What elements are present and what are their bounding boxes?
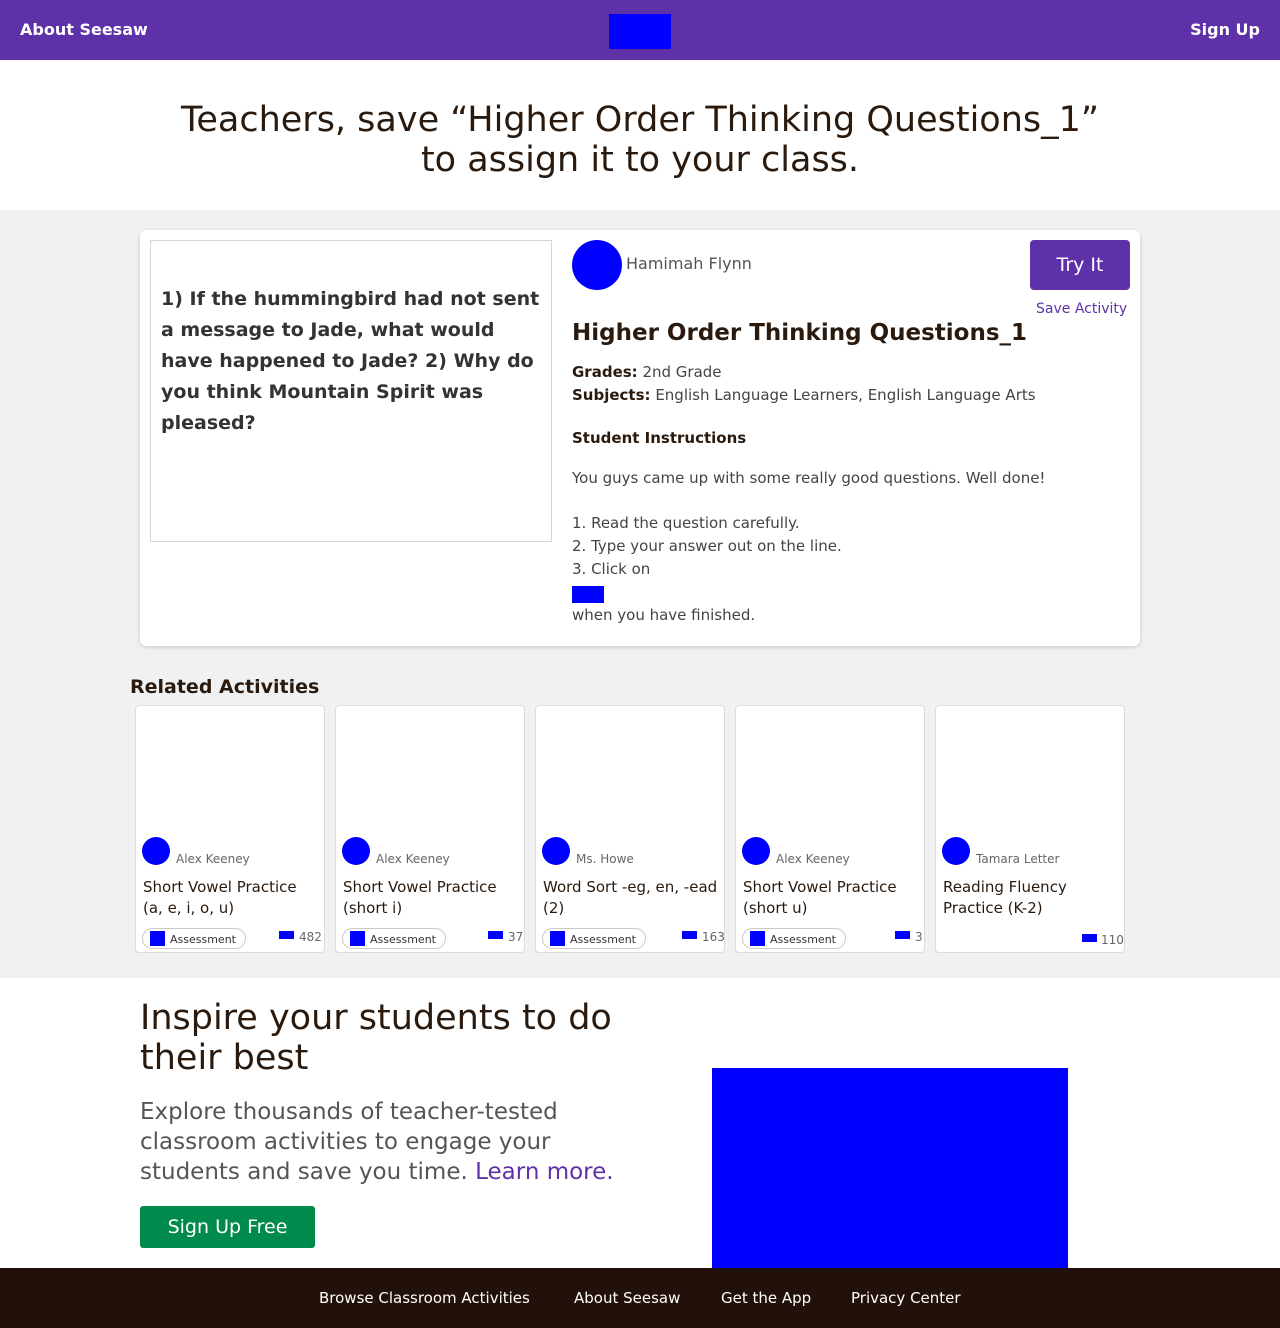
- footer-link-browse-activities[interactable]: Browse Classroom Activities: [319, 1289, 530, 1307]
- footer: Browse Classroom Activities About Seesaw…: [0, 1268, 1280, 1328]
- tag-label: Assessment: [570, 933, 636, 946]
- related-activity-card[interactable]: Alex Keeney Short Vowel Practice (a, e, …: [135, 705, 325, 953]
- footer-link-get-the-app[interactable]: Get the App: [721, 1289, 811, 1307]
- assessment-icon: [550, 931, 565, 946]
- related-author: Ms. Howe: [576, 852, 634, 866]
- assessment-badge: Assessment: [342, 928, 446, 949]
- related-title: Short Vowel Practice (short i): [343, 878, 497, 917]
- count-icon: [488, 931, 503, 939]
- instruction-line: 2. Type your answer out on the line.: [572, 537, 842, 555]
- tag-label: Assessment: [770, 933, 836, 946]
- promo-image: [712, 1068, 1068, 1268]
- author-avatar: [142, 837, 170, 865]
- tag-label: Assessment: [170, 933, 236, 946]
- footer-link-about-seesaw[interactable]: About Seesaw: [574, 1289, 680, 1307]
- author-avatar: [742, 837, 770, 865]
- related-activities-heading: Related Activities: [130, 676, 320, 698]
- use-count: 482: [299, 930, 322, 944]
- subjects-value: English Language Learners, English Langu…: [655, 386, 1036, 404]
- author-avatar: [942, 837, 970, 865]
- preview-text: 1) If the hummingbird had not sent a mes…: [161, 288, 540, 434]
- sign-up-link[interactable]: Sign Up: [1190, 20, 1260, 39]
- activity-card: 1) If the hummingbird had not sent a mes…: [140, 230, 1140, 646]
- learn-more-link[interactable]: Learn more.: [475, 1159, 613, 1185]
- related-title: Reading Fluency Practice (K-2): [943, 878, 1067, 917]
- instruction-line: 1. Read the question carefully.: [572, 514, 800, 532]
- related-author: Alex Keeney: [776, 852, 850, 866]
- assessment-badge: Assessment: [742, 928, 846, 949]
- related-author: Alex Keeney: [176, 852, 250, 866]
- related-author: Tamara Letter: [976, 852, 1060, 866]
- count-icon: [682, 931, 697, 939]
- related-title: Short Vowel Practice (short u): [743, 878, 897, 917]
- instruction-line: 3. Click on: [572, 560, 651, 578]
- tag-label: Assessment: [370, 933, 436, 946]
- related-activity-card[interactable]: Ms. Howe Word Sort -eg, en, -ead (2) Ass…: [535, 705, 725, 953]
- promo-text: Explore thousands of teacher-tested clas…: [140, 1097, 620, 1187]
- count-icon: [1082, 934, 1097, 942]
- subjects-label: Subjects:: [572, 386, 651, 404]
- author-avatar[interactable]: [572, 240, 622, 290]
- use-count: 37: [508, 930, 524, 944]
- try-it-button[interactable]: Try It: [1030, 240, 1130, 290]
- assessment-icon: [150, 931, 165, 946]
- count-icon: [895, 931, 910, 939]
- about-seesaw-link[interactable]: About Seesaw: [20, 20, 148, 39]
- save-activity-link[interactable]: Save Activity: [1036, 301, 1127, 317]
- use-count: 163: [702, 930, 725, 944]
- instruction-line: when you have finished.: [572, 606, 756, 624]
- seesaw-logo-icon[interactable]: [609, 14, 671, 49]
- related-activity-card[interactable]: Alex Keeney Short Vowel Practice (short …: [335, 705, 525, 953]
- assessment-badge: Assessment: [142, 928, 246, 949]
- top-nav: About Seesaw Sign Up: [0, 0, 1280, 60]
- author-avatar: [342, 837, 370, 865]
- assessment-icon: [350, 931, 365, 946]
- grades-value: 2nd Grade: [642, 363, 722, 381]
- promo-title: Inspire your students to do their best: [140, 998, 612, 1078]
- author-name[interactable]: Hamimah Flynn: [626, 254, 752, 273]
- related-activity-card[interactable]: Alex Keeney Short Vowel Practice (short …: [735, 705, 925, 953]
- hero: Teachers, save “Higher Order Thinking Qu…: [0, 60, 1280, 210]
- assessment-badge: Assessment: [542, 928, 646, 949]
- subjects-line: Subjects: English Language Learners, Eng…: [572, 386, 1036, 404]
- related-title: Word Sort -eg, en, -ead (2): [543, 878, 718, 917]
- activity-title: Higher Order Thinking Questions_1: [572, 320, 1028, 346]
- footer-link-privacy-center[interactable]: Privacy Center: [851, 1289, 961, 1307]
- related-author: Alex Keeney: [376, 852, 450, 866]
- instruction-line: You guys came up with some really good q…: [572, 469, 1046, 487]
- instructions-heading: Student Instructions: [572, 429, 747, 447]
- grades-line: Grades: 2nd Grade: [572, 363, 722, 381]
- check-button-icon: [572, 586, 604, 603]
- related-activity-card[interactable]: Tamara Letter Reading Fluency Practice (…: [935, 705, 1125, 953]
- page-title: Teachers, save “Higher Order Thinking Qu…: [180, 100, 1100, 180]
- related-title: Short Vowel Practice (a, e, i, o, u): [143, 878, 297, 917]
- sign-up-free-button[interactable]: Sign Up Free: [140, 1206, 315, 1248]
- use-count: 3: [915, 930, 923, 944]
- activity-preview[interactable]: 1) If the hummingbird had not sent a mes…: [150, 240, 552, 542]
- count-icon: [279, 931, 294, 939]
- grades-label: Grades:: [572, 363, 638, 381]
- assessment-icon: [750, 931, 765, 946]
- author-avatar: [542, 837, 570, 865]
- use-count: 110: [1101, 933, 1124, 947]
